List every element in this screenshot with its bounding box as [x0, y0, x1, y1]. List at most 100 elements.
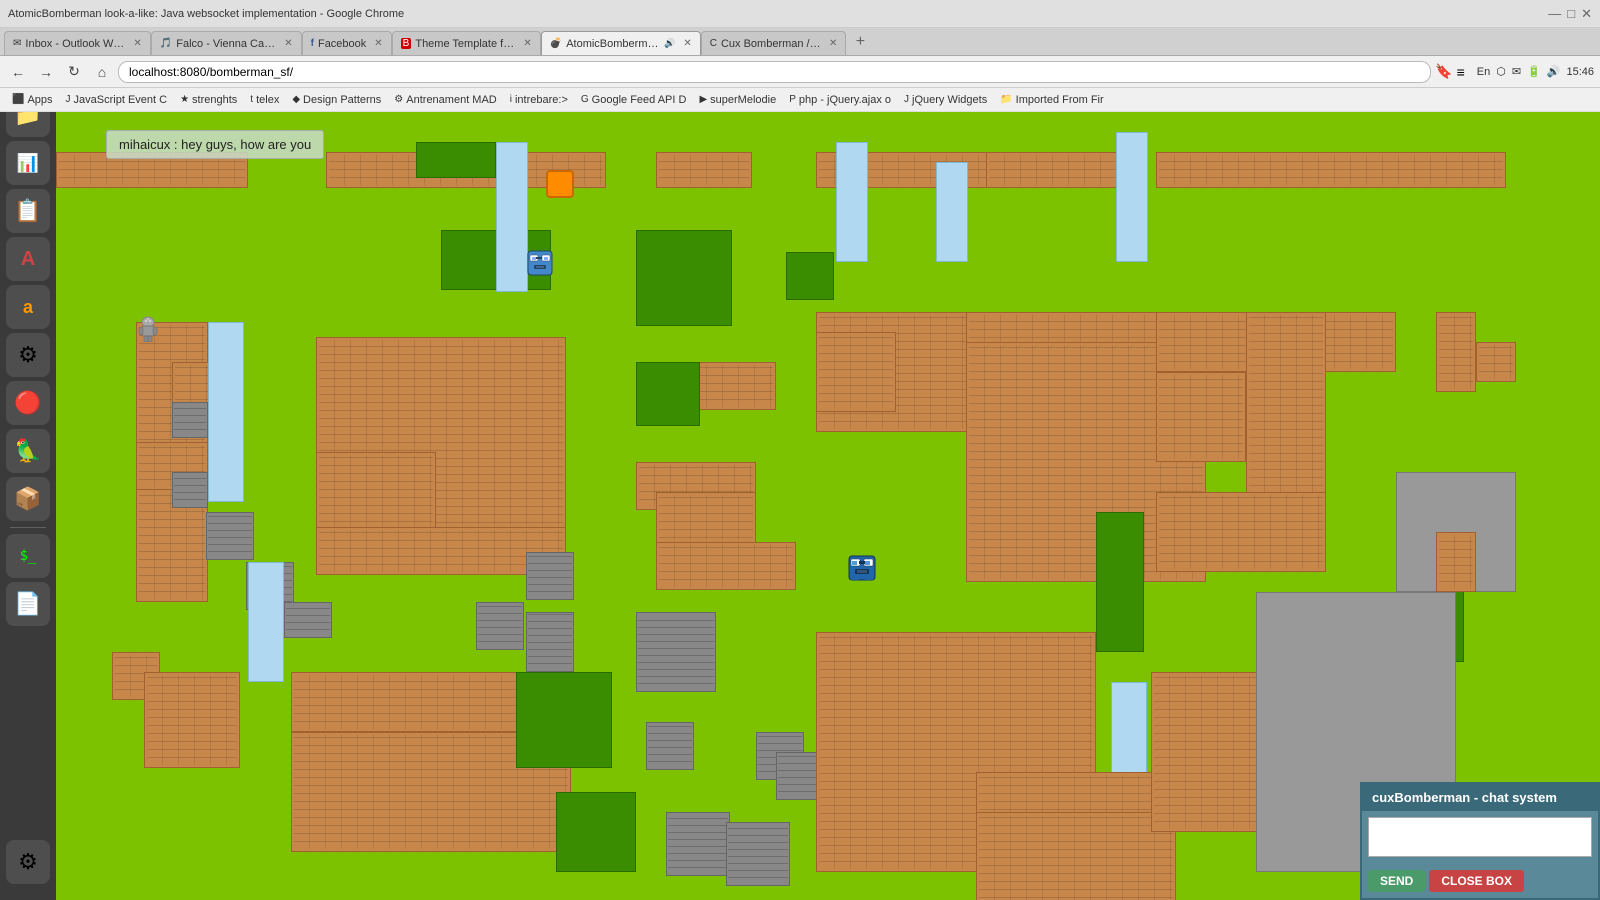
bookmark-apps[interactable]: ⬛ Apps — [6, 92, 59, 108]
water-tile — [1116, 132, 1148, 262]
brick-wall — [1436, 312, 1476, 392]
tab-sound-icon: 🔊 — [664, 38, 675, 49]
tab-close-facebook[interactable]: ✕ — [374, 38, 382, 49]
tab-label: Theme Template for ... — [415, 38, 515, 50]
forward-button[interactable]: → — [34, 60, 58, 84]
tab-close-atomic[interactable]: ✕ — [683, 38, 691, 49]
minimize-btn[interactable]: — — [1548, 6, 1561, 21]
bm-icon: ⚙ — [394, 94, 403, 105]
tab-close-theme[interactable]: ✕ — [523, 38, 531, 49]
notes-icon: 📋 — [14, 198, 41, 224]
bookmark-google-feed[interactable]: G Google Feed API D — [575, 92, 693, 108]
bookmark-telex[interactable]: t telex — [244, 92, 285, 108]
stone-block — [206, 512, 254, 560]
spreadsheet-icon: 📊 — [17, 153, 39, 174]
clock: 15:46 — [1566, 66, 1594, 78]
robot-character — [132, 312, 164, 344]
grass-tile — [416, 142, 496, 178]
tab-inbox[interactable]: ✉ Inbox - Outlook Web ... ✕ — [4, 31, 151, 55]
bookmark-intrebare[interactable]: i intrebare:> — [504, 92, 574, 108]
bookmark-php-jquery[interactable]: P php - jQuery.ajax o — [783, 92, 897, 108]
dock-app2[interactable]: 🦜 — [6, 429, 50, 473]
battery-icon: 🔋 — [1527, 65, 1541, 78]
settings-icon: ⚙ — [18, 342, 38, 368]
dock-amazon[interactable]: a — [6, 285, 50, 329]
stone-block — [526, 612, 574, 672]
dock-separator2 — [10, 527, 46, 528]
dock-text-editor[interactable]: A — [6, 237, 50, 281]
tab-close-inbox[interactable]: ✕ — [133, 38, 141, 49]
tab-label: AtomicBomberman... — [566, 38, 660, 50]
apps-icon: ⬛ — [12, 94, 24, 105]
bookmark-js-events[interactable]: J JavaScript Event C — [60, 92, 174, 108]
dock-system[interactable]: ⚙ — [6, 840, 50, 884]
reload-button[interactable]: ↻ — [62, 60, 86, 84]
bookmark-label: Google Feed API D — [592, 94, 687, 106]
window-controls: — □ ✕ — [1548, 6, 1592, 22]
tab-facebook[interactable]: f Facebook ✕ — [302, 31, 392, 55]
bookmark-label: strenghts — [192, 94, 237, 106]
brick-wall — [316, 452, 436, 532]
system-tray: En ⬡ ✉ 🔋 🔊 15:46 — [1477, 65, 1594, 78]
back-button[interactable]: ← — [6, 60, 30, 84]
close-btn[interactable]: ✕ — [1581, 6, 1592, 22]
dock-notes[interactable]: 📋 — [6, 189, 50, 233]
send-button[interactable]: SEND — [1368, 870, 1425, 892]
bookmark-jquery-widgets[interactable]: J jQuery Widgets — [898, 92, 993, 108]
bookmarks-bar: ⬛ Apps J JavaScript Event C ★ strenghts … — [0, 88, 1600, 112]
chatbox-input[interactable] — [1368, 817, 1592, 857]
game-canvas[interactable]: mihaicux : hey guys, how are you — [56, 112, 1600, 900]
bm-icon: ◆ — [292, 94, 300, 105]
tab-close-falco[interactable]: ✕ — [284, 38, 292, 49]
tab-bar: ✉ Inbox - Outlook Web ... ✕ 🎵 Falco - Vi… — [0, 28, 1600, 56]
stone-block — [726, 822, 790, 886]
bookmark-label: Design Patterns — [303, 94, 381, 106]
tab-label: Inbox - Outlook Web ... — [25, 38, 125, 50]
folder-icon: 📁 — [1000, 94, 1012, 105]
water-tile — [936, 162, 968, 262]
bookmark-antrenament[interactable]: ⚙ Antrenament MAD — [388, 92, 502, 108]
tab-falco[interactable]: 🎵 Falco - Vienna Calli... ✕ — [151, 31, 302, 55]
grass-tile — [516, 672, 612, 768]
chatbox-title: cuxBomberman - chat system — [1372, 790, 1557, 805]
tab-theme[interactable]: B Theme Template for ... ✕ — [392, 31, 541, 55]
bm-icon: J — [904, 94, 909, 105]
brick-wall — [1156, 492, 1326, 572]
bookmark-super-melodie[interactable]: ▶ superMelodie — [693, 92, 782, 108]
water-tile — [208, 322, 244, 502]
dock-chrome[interactable]: 🔴 — [6, 381, 50, 425]
url-bar[interactable]: localhost:8080/bomberman_sf/ — [118, 61, 1431, 83]
browser-chrome: AtomicBomberman look-a-like: Java websoc… — [0, 0, 1600, 112]
dock-spreadsheet[interactable]: 📊 — [6, 141, 50, 185]
bm-icon: ▶ — [699, 94, 707, 105]
powerup-item — [546, 170, 574, 198]
files2-icon: 📄 — [14, 591, 41, 617]
bookmark-imported[interactable]: 📁 Imported From Fir — [994, 92, 1109, 108]
water-tile — [836, 142, 868, 262]
brick-wall — [144, 672, 240, 768]
tab-atomic[interactable]: 💣 AtomicBomberman... 🔊 ✕ — [541, 31, 701, 55]
amazon-icon: a — [23, 297, 33, 318]
settings-icon[interactable]: ≡ — [1457, 64, 1465, 80]
stone-block — [526, 552, 574, 600]
close-box-button[interactable]: CLOSE BOX — [1429, 870, 1524, 892]
home-button[interactable]: ⌂ — [90, 60, 114, 84]
nav-bar: ← → ↻ ⌂ localhost:8080/bomberman_sf/ 🔖 ≡… — [0, 56, 1600, 88]
bookmark-label: superMelodie — [710, 94, 776, 106]
tab-favicon: f — [311, 38, 314, 49]
new-tab-button[interactable]: + — [848, 30, 872, 54]
tab-cux[interactable]: C Cux Bomberman / Scr... ✕ — [701, 31, 847, 55]
water-tile — [248, 562, 284, 682]
bookmark-strenghts[interactable]: ★ strenghts — [174, 92, 243, 108]
bookmark-label: intrebare:> — [515, 94, 568, 106]
dock-box[interactable]: 📦 — [6, 477, 50, 521]
dock-settings[interactable]: ⚙ — [6, 333, 50, 377]
bookmark-design-patterns[interactable]: ◆ Design Patterns — [286, 92, 387, 108]
tab-label: Facebook — [318, 38, 366, 50]
browser-action-icon[interactable]: 🔖 — [1435, 63, 1452, 80]
dock-files2[interactable]: 📄 — [6, 582, 50, 626]
dock-terminal[interactable]: $_ — [6, 534, 50, 578]
grass-tile — [556, 792, 636, 872]
maximize-btn[interactable]: □ — [1567, 6, 1575, 21]
tab-close-cux[interactable]: ✕ — [829, 38, 837, 49]
